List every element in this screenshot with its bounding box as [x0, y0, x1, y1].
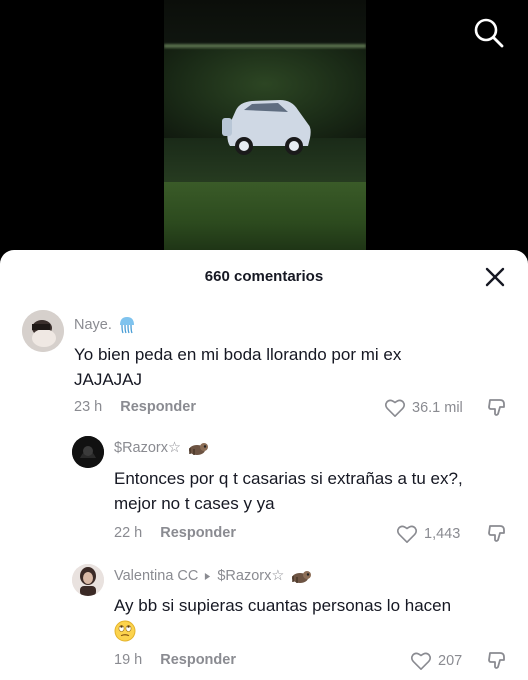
close-icon[interactable] — [484, 266, 506, 288]
heart-icon — [410, 652, 432, 670]
video-light-strip — [164, 44, 366, 48]
comment-username[interactable]: Naye. — [74, 316, 136, 334]
video-car — [222, 100, 311, 155]
comment-text: Entonces por q t casarias si extrañas a … — [114, 469, 463, 513]
comment-text: Yo bien peda en mi boda llorando por mi … — [74, 345, 402, 389]
video-frame — [164, 0, 366, 250]
username-text: Valentina CC — [114, 568, 199, 584]
comment-username[interactable]: Valentina CC $Razorx☆ — [114, 568, 312, 584]
dislike-icon[interactable] — [486, 397, 508, 419]
like-button[interactable]: 36.1 mil — [384, 398, 463, 418]
comment-count: 660 comentarios — [204, 268, 324, 285]
username-text: $Razorx☆ — [114, 440, 181, 456]
search-icon[interactable] — [472, 16, 506, 50]
heart-icon — [396, 525, 418, 543]
like-count: 1,443 — [424, 526, 461, 542]
rolling-eyes-emoji-icon — [114, 620, 136, 642]
like-button[interactable]: 1,443 — [396, 524, 460, 544]
avatar[interactable] — [72, 436, 104, 468]
comment-meta: 23 h Responder — [74, 399, 196, 415]
jellyfish-emoji-icon — [119, 317, 134, 334]
comment-time: 19 h — [114, 652, 143, 668]
dislike-icon[interactable] — [486, 523, 508, 545]
sloth-emoji-icon — [189, 443, 208, 455]
avatar[interactable] — [22, 310, 64, 352]
reply-button[interactable]: Responder — [160, 652, 236, 668]
like-count: 36.1 mil — [412, 400, 463, 416]
reply-button[interactable]: Responder — [120, 399, 196, 415]
comment-time: 23 h — [74, 399, 103, 415]
comments-header: 660 comentarios — [0, 250, 528, 302]
username-text: Naye. — [74, 317, 112, 333]
avatar[interactable] — [72, 564, 104, 596]
comment-meta: 19 h Responder — [114, 652, 236, 668]
heart-icon — [384, 399, 406, 417]
comments-sheet: 660 comentarios Naye. Yo bien peda en mi… — [0, 250, 528, 680]
video-player[interactable] — [0, 0, 528, 262]
reply-to-username[interactable]: $Razorx☆ — [217, 568, 284, 584]
sloth-emoji-icon — [292, 571, 312, 583]
like-button[interactable]: 207 — [410, 651, 462, 671]
comment-meta: 22 h Responder — [114, 525, 236, 541]
reply-arrow-icon — [205, 572, 211, 580]
comment-text: Ay bb si supieras cuantas personas lo ha… — [114, 596, 452, 615]
comment-username[interactable]: $Razorx☆ — [114, 440, 209, 456]
reply-button[interactable]: Responder — [160, 525, 236, 541]
comment-time: 22 h — [114, 525, 143, 541]
like-count: 207 — [438, 653, 463, 669]
dislike-icon[interactable] — [486, 650, 508, 672]
video-lawn — [164, 182, 366, 250]
